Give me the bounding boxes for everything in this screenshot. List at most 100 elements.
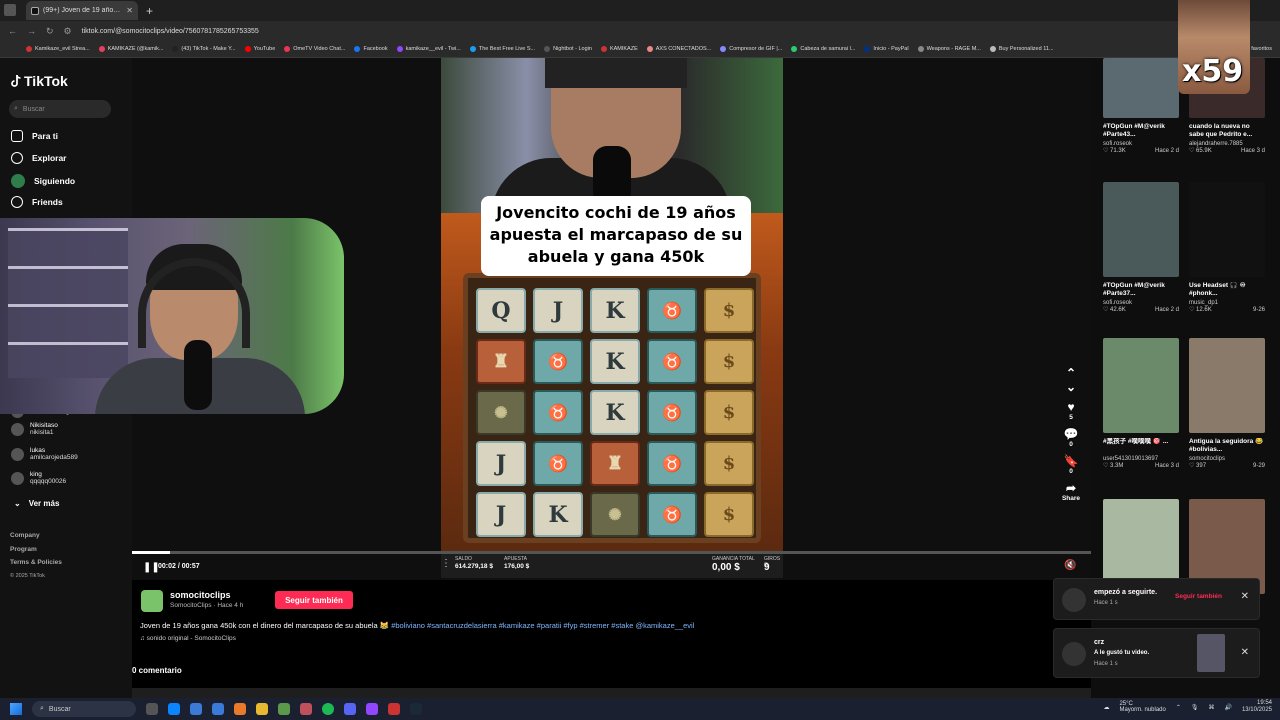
- avatar[interactable]: [141, 590, 163, 612]
- bookmark-favicon-icon: [864, 46, 871, 52]
- address-bar: ← → ↻ ⚙ tiktok.com/@somocitoclips/video/…: [0, 21, 1280, 41]
- nav-item-explorar[interactable]: Explorar: [11, 152, 67, 164]
- following-item[interactable]: king qqqqq00026: [11, 471, 66, 486]
- bookmark-item[interactable]: KAMIKAZE: [600, 46, 638, 52]
- suggested-video-card[interactable]: #黑孩子 #噗噗噗 🎯 ... user5413019013697 ♡ 3.3M Ha…: [1103, 338, 1179, 470]
- footer-link-company[interactable]: Company: [10, 529, 62, 543]
- bookmark-item[interactable]: Facebook: [354, 46, 388, 52]
- chevron-up-icon[interactable]: ⌃: [1176, 704, 1181, 711]
- tiktok-favicon-icon: [31, 6, 39, 15]
- app-icon[interactable]: [300, 703, 312, 715]
- suggested-video-date: Hace 3 d: [1154, 463, 1179, 470]
- suggested-video-card[interactable]: #TOpGun #M@verik #Parte37... sofi.roseok ♡…: [1103, 182, 1179, 314]
- bookmark-item[interactable]: Weapons - RAGE M...: [917, 46, 981, 52]
- suggested-video-likes: ♡ 71.3K: [1103, 148, 1126, 155]
- heart-icon[interactable]: ♥: [1067, 400, 1074, 414]
- browser-menu-icon[interactable]: [4, 4, 16, 16]
- volume-icon[interactable]: 🔊: [1224, 704, 1231, 711]
- bookmark-item[interactable]: KAMIKAZE (@kamik...: [98, 46, 163, 52]
- slot-reel: ♉ ♉ ♉ ♉ ♉: [647, 288, 697, 538]
- bookmark-item[interactable]: (43) TikTok - Make Y...: [172, 46, 236, 52]
- clock[interactable]: 19:54 13/10/2025: [1242, 700, 1272, 714]
- store-icon[interactable]: [212, 703, 224, 715]
- see-more-button[interactable]: ⌄ Ver más: [14, 499, 59, 508]
- discord-icon[interactable]: [344, 703, 356, 715]
- back-icon[interactable]: ←: [8, 26, 17, 36]
- saldo-value: 614.279,18 $: [455, 563, 493, 570]
- spotify-icon[interactable]: [322, 703, 334, 715]
- new-tab-icon[interactable]: +: [146, 4, 153, 18]
- bookmark-icon[interactable]: 🔖: [1064, 454, 1079, 468]
- footer-link-program[interactable]: Program: [10, 543, 62, 557]
- suggested-video-card[interactable]: Use Headset 🎧 ♾ #phonk... music_dp1 ♡ 12.6…: [1189, 182, 1265, 314]
- following-item[interactable]: lukas amilcarojeda589: [11, 447, 78, 462]
- edge-icon[interactable]: [168, 703, 180, 715]
- bookmark-item[interactable]: Buy Personalized 11...: [989, 46, 1054, 52]
- bookmark-item[interactable]: Compresor de GIF |...: [720, 46, 782, 52]
- share-icon[interactable]: ➦: [1066, 481, 1076, 495]
- notification-like[interactable]: crz A le gustó tu video. Hace 1 s ✕: [1053, 628, 1260, 678]
- post-info: somocitoclips SomocitoClips · Hace 4 h S…: [132, 580, 1091, 698]
- forward-icon[interactable]: →: [27, 26, 36, 36]
- following-item[interactable]: Nikisitaso nikisita1: [11, 422, 58, 437]
- nav-item-friends[interactable]: Friends: [11, 196, 63, 208]
- windows-start-icon[interactable]: [10, 703, 22, 715]
- chrome-icon[interactable]: [278, 703, 290, 715]
- bookmark-item[interactable]: AXS CONECTADOS...: [646, 46, 711, 52]
- notification-follow-back-button[interactable]: Seguir también: [1175, 593, 1222, 600]
- app-icon[interactable]: [366, 703, 378, 715]
- app-icon[interactable]: [234, 703, 246, 715]
- bookmark-item[interactable]: The Best Free Live S...: [469, 46, 535, 52]
- calculator-icon[interactable]: [190, 703, 202, 715]
- bookmark-item[interactable]: Cabeza de samurai l...: [791, 46, 855, 52]
- post-hashtags[interactable]: #boliviano #santacruzdelasierra #kamikaz…: [391, 621, 694, 630]
- app-icon[interactable]: [388, 703, 400, 715]
- task-view-icon[interactable]: [146, 703, 158, 715]
- footer-link-terms[interactable]: Terms & Policies: [10, 556, 62, 570]
- close-icon[interactable]: ✕: [1241, 647, 1249, 658]
- post-sound[interactable]: ♫ sonido original - SomocitoClips: [140, 635, 236, 642]
- close-icon[interactable]: ✕: [1241, 591, 1249, 602]
- browser-tab[interactable]: (99+) Joven de 19 años gana 45 ✕: [26, 1, 138, 20]
- slot-symbol-bull: ♉: [647, 288, 697, 333]
- slot-reels: Q ♜ ✺ J J J ♉ ♉ ♉ K K K K ♜ ✺ ♉ ♉ ♉ ♉ ♉ $ $ $ $ $: [463, 273, 761, 543]
- chevron-down-icon[interactable]: ⌄: [1066, 380, 1076, 394]
- microphone-icon[interactable]: 🎙: [1191, 704, 1199, 711]
- nav-item-siguiendo[interactable]: Siguiendo: [11, 174, 75, 188]
- bookmark-item[interactable]: Nightbot - Login: [544, 46, 592, 52]
- bookmark-item[interactable]: Inicio - PayPal: [864, 46, 909, 52]
- giros-value: 9: [764, 562, 770, 573]
- bookmark-item[interactable]: OmeTV Video Chat...: [284, 46, 345, 52]
- file-explorer-icon[interactable]: [256, 703, 268, 715]
- reload-icon[interactable]: ↻: [46, 26, 54, 37]
- favorites-folder[interactable]: favoritos: [1251, 46, 1272, 52]
- url-field[interactable]: tiktok.com/@somocitoclips/video/75607817…: [82, 28, 259, 35]
- comment-input[interactable]: [132, 688, 1091, 698]
- bookmark-label: kamikaze__evil - Twi...: [405, 46, 461, 52]
- slot-symbol-card: K: [590, 288, 640, 333]
- notification-follow[interactable]: empezó a seguirte. Hace 1 s Seguir tambi…: [1053, 578, 1260, 620]
- nav-item-para-ti[interactable]: Para ti: [11, 130, 58, 142]
- suggested-video-card[interactable]: Antigua la seguidora 😂 #bolivias... somoc…: [1189, 338, 1265, 470]
- comment-icon[interactable]: 💬: [1064, 427, 1079, 441]
- steam-icon[interactable]: [410, 703, 422, 715]
- tiktok-logo[interactable]: TikTok: [11, 73, 68, 89]
- tab-close-icon[interactable]: ✕: [126, 6, 133, 15]
- site-info-icon[interactable]: ⚙: [64, 26, 72, 37]
- friends-icon: [11, 196, 23, 208]
- chevron-up-icon[interactable]: ⌃: [1066, 366, 1076, 380]
- video-frame[interactable]: Q ♜ ✺ J J J ♉ ♉ ♉ K K K K ♜ ✺ ♉ ♉ ♉ ♉ ♉ $ $ $ $ $ Jovencito coch…: [441, 58, 783, 551]
- bookmark-item[interactable]: Kamikaze_evil Strea...: [26, 46, 90, 52]
- suggested-video-card[interactable]: #TOpGun #M@verik #Parte43... sofi.roseok ♡…: [1103, 58, 1179, 155]
- taskbar-search[interactable]: ⌕ Buscar: [32, 701, 136, 717]
- follow-button[interactable]: Seguir también: [275, 591, 353, 609]
- bookmark-label: Facebook: [363, 46, 388, 52]
- bookmark-label: Inicio - PayPal: [873, 46, 909, 52]
- post-username[interactable]: somocitoclips: [170, 590, 231, 600]
- weather[interactable]: 25°C Mayorm. nublado: [1119, 701, 1165, 714]
- search-input[interactable]: ⌕ Buscar: [9, 100, 111, 118]
- bookmark-item[interactable]: kamikaze__evil - Twi...: [396, 46, 461, 52]
- mute-icon[interactable]: 🔇: [1064, 560, 1076, 571]
- network-icon[interactable]: ⌘: [1208, 704, 1214, 711]
- bookmark-item[interactable]: YouTube: [244, 46, 275, 52]
